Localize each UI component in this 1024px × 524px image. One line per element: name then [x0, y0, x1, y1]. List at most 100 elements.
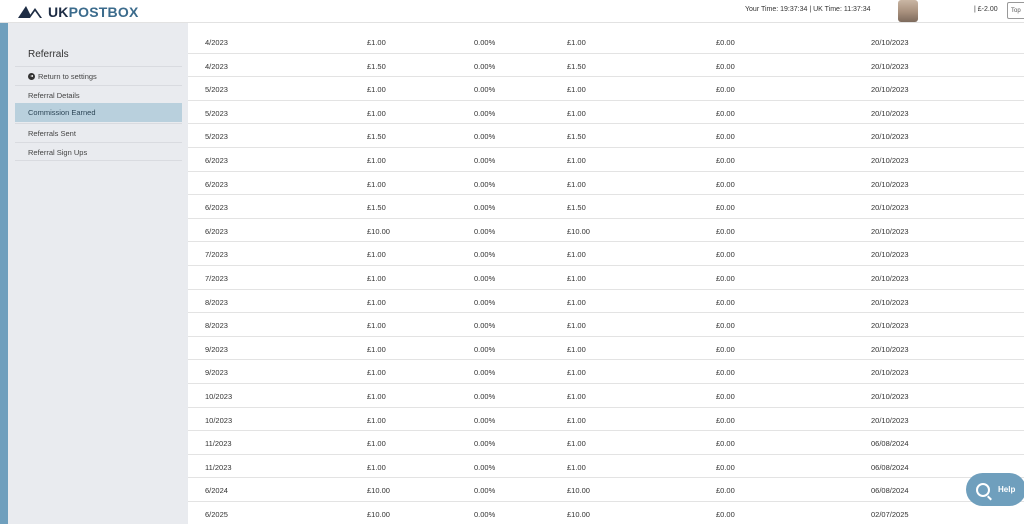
table-cell: £10.00: [367, 486, 390, 496]
sidebar-item-referral-details[interactable]: Referral Details: [15, 85, 182, 104]
table-cell: 02/07/2025: [871, 509, 909, 519]
table-cell: 7/2023: [205, 273, 228, 283]
table-cell: 20/10/2023: [871, 368, 909, 378]
table-row: 6/2023 £10.00 0.00% £10.00 £0.00 20/10/2023: [188, 219, 1024, 243]
table-row: 11/2023 £1.00 0.00% £1.00 £0.00 06/08/2024: [188, 455, 1024, 479]
sidebar-item-label: Commission Earned: [28, 108, 96, 117]
table-cell: 0.00%: [474, 462, 496, 472]
table-cell: £1.00: [567, 250, 586, 260]
table-row: 8/2023 £1.00 0.00% £1.00 £0.00 20/10/2023: [188, 290, 1024, 314]
table-cell: £0.00: [716, 486, 735, 496]
table-cell: 4/2023: [205, 38, 228, 47]
table-cell: £1.50: [367, 203, 386, 213]
table-cell: £0.00: [716, 61, 735, 71]
table-cell: 0.00%: [474, 108, 496, 118]
table-cell: £1.00: [567, 415, 586, 425]
time-info: Your Time: 19:37:34 | UK Time: 11:37:34: [745, 6, 871, 13]
table-cell: 0.00%: [474, 321, 496, 331]
table-cell: £1.00: [367, 462, 386, 472]
table-cell: 0.00%: [474, 344, 496, 354]
table-cell: £0.00: [716, 85, 735, 95]
table-cell: £1.00: [567, 179, 586, 189]
table-cell: £1.00: [567, 38, 586, 47]
sidebar-item-return-to-settings[interactable]: Return to settings: [15, 66, 182, 85]
sidebar-item-referrals-sent[interactable]: Referrals Sent: [15, 123, 182, 142]
logo[interactable]: UKPOSTBOX: [18, 4, 138, 20]
table-cell: 06/08/2024: [871, 486, 909, 496]
table-cell: £10.00: [567, 509, 590, 519]
table-cell: 20/10/2023: [871, 415, 909, 425]
table-cell: £1.00: [567, 85, 586, 95]
table-cell: 0.00%: [474, 415, 496, 425]
sidebar-item-commission-earned[interactable]: Commission Earned: [15, 103, 182, 122]
table-row: 6/2023 £1.00 0.00% £1.00 £0.00 20/10/2023: [188, 148, 1024, 172]
left-edge-strip: [0, 23, 8, 524]
table-cell: 20/10/2023: [871, 179, 909, 189]
table-cell: 20/10/2023: [871, 38, 909, 47]
table-cell: £1.00: [367, 38, 386, 47]
table-cell: £10.00: [567, 486, 590, 496]
table-cell: 20/10/2023: [871, 344, 909, 354]
search-icon: [976, 482, 990, 497]
table-cell: £10.00: [567, 226, 590, 236]
table-row: 7/2023 £1.00 0.00% £1.00 £0.00 20/10/2023: [188, 242, 1024, 266]
table-cell: £1.00: [367, 297, 386, 307]
table-cell: 0.00%: [474, 203, 496, 213]
table-cell: 20/10/2023: [871, 297, 909, 307]
table-cell: 0.00%: [474, 486, 496, 496]
table-cell: £1.00: [367, 344, 386, 354]
table-cell: £1.00: [367, 321, 386, 331]
commission-table: 4/2023 £1.00 0.00% £1.00 £0.00 20/10/2023 4/20…: [188, 30, 1024, 524]
account-balance: | £-2.00: [974, 6, 998, 13]
table-cell: 0.00%: [474, 61, 496, 71]
table-cell: 6/2025: [205, 509, 228, 519]
table-cell: 20/10/2023: [871, 61, 909, 71]
table-cell: 06/08/2024: [871, 462, 909, 472]
table-cell: 5/2023: [205, 108, 228, 118]
table-cell: £0.00: [716, 155, 735, 165]
table-cell: £1.00: [367, 250, 386, 260]
table-row: 10/2023 £1.00 0.00% £1.00 £0.00 20/10/2023: [188, 408, 1024, 432]
table-cell: 6/2023: [205, 179, 228, 189]
table-cell: 0.00%: [474, 509, 496, 519]
back-arrow-icon: [28, 73, 35, 80]
table-cell: 0.00%: [474, 297, 496, 307]
table-cell: 6/2023: [205, 226, 228, 236]
table-cell: £1.00: [567, 321, 586, 331]
table-cell: 8/2023: [205, 297, 228, 307]
table-cell: £1.00: [367, 415, 386, 425]
table-cell: 0.00%: [474, 391, 496, 401]
table-cell: £1.00: [567, 344, 586, 354]
sidebar-title: Referrals: [28, 49, 69, 60]
table-row: 5/2023 £1.00 0.00% £1.00 £0.00 20/10/2023: [188, 77, 1024, 101]
table-cell: 20/10/2023: [871, 132, 909, 142]
table-cell: 20/10/2023: [871, 203, 909, 213]
table-cell: £0.00: [716, 344, 735, 354]
topup-button[interactable]: Top: [1007, 2, 1024, 19]
table-cell: £0.00: [716, 203, 735, 213]
table-row: 6/2023 £1.00 0.00% £1.00 £0.00 20/10/2023: [188, 172, 1024, 196]
sidebar-item-referral-sign-ups[interactable]: Referral Sign Ups: [15, 142, 182, 161]
table-cell: 0.00%: [474, 368, 496, 378]
table-row: 6/2025 £10.00 0.00% £10.00 £0.00 02/07/2025: [188, 502, 1024, 524]
table-cell: 20/10/2023: [871, 155, 909, 165]
table-cell: £10.00: [367, 509, 390, 519]
table-cell: £10.00: [367, 226, 390, 236]
table-cell: £1.00: [367, 391, 386, 401]
table-cell: 9/2023: [205, 368, 228, 378]
table-cell: £1.50: [567, 203, 586, 213]
table-row: 9/2023 £1.00 0.00% £1.00 £0.00 20/10/2023: [188, 360, 1024, 384]
table-cell: £0.00: [716, 273, 735, 283]
avatar[interactable]: [898, 0, 918, 22]
table-cell: £0.00: [716, 132, 735, 142]
top-header: UKPOSTBOX Your Time: 19:37:34 | UK Time:…: [0, 0, 1024, 23]
table-cell: 20/10/2023: [871, 85, 909, 95]
table-cell: £1.00: [367, 85, 386, 95]
help-button[interactable]: Help: [966, 473, 1024, 506]
table-row: 8/2023 £1.00 0.00% £1.00 £0.00 20/10/2023: [188, 313, 1024, 337]
table-cell: 20/10/2023: [871, 273, 909, 283]
table-cell: 4/2023: [205, 61, 228, 71]
table-cell: £1.00: [367, 368, 386, 378]
table-cell: £1.50: [367, 132, 386, 142]
table-row: 6/2023 £1.50 0.00% £1.50 £0.00 20/10/2023: [188, 195, 1024, 219]
